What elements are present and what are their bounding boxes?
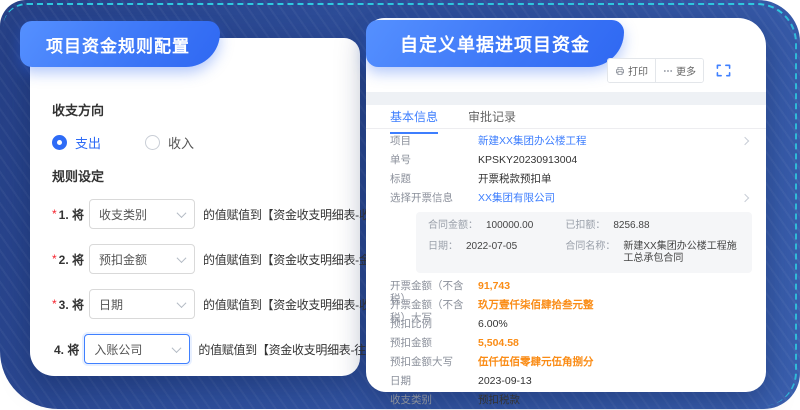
chevron-down-icon xyxy=(177,253,187,263)
radio-expense-label: 支出 xyxy=(75,133,101,152)
radio-unselected-icon xyxy=(145,135,160,150)
field-label: 项目 xyxy=(390,135,478,148)
field-row-invoice-amount: 开票金额（不含税） 91,743 xyxy=(390,277,752,296)
field-value-highlight: 5,504.58 xyxy=(478,337,752,350)
required-mark: * xyxy=(52,297,57,311)
field-row-doc-number: 单号 KPSKY20230913004 xyxy=(390,151,752,170)
field-value-highlight: 伍仟伍佰零肆元伍角捌分 xyxy=(478,356,752,369)
field-label: 预扣比例 xyxy=(390,318,478,331)
field-label: 收支类别 xyxy=(390,394,478,407)
print-button-label: 打印 xyxy=(628,63,648,78)
more-button-label: 更多 xyxy=(676,63,696,78)
select-value: 预扣金额 xyxy=(99,251,147,268)
tabs-divider xyxy=(366,128,766,129)
field-value: 6.00% xyxy=(478,318,752,331)
required-mark: * xyxy=(52,252,57,266)
field-row-withhold-ratio: 预扣比例 6.00% xyxy=(390,315,752,334)
field-label: 预扣金额 xyxy=(390,337,478,350)
toolbar-button-group: 打印 更多 xyxy=(607,58,704,83)
project-link[interactable]: 新建XX集团办公楼工程 xyxy=(478,135,734,148)
direction-radio-group: 支出 收入 xyxy=(52,133,344,152)
rule-number: 3. 将 xyxy=(59,296,84,313)
rule-3-field-select[interactable]: 日期 xyxy=(89,289,195,319)
withheld-amount: 已扣额： 8256.88 xyxy=(565,220,740,232)
tab-approval-record[interactable]: 审批记录 xyxy=(468,108,516,134)
rule-number: 2. 将 xyxy=(59,251,84,268)
field-value-highlight: 91,743 xyxy=(478,280,752,293)
contract-name: 合同名称： 新建XX集团办公楼工程施工总承包合同 xyxy=(565,241,740,265)
rule-row-2: * 2. 将 预扣金额 的值赋值到【资金收支明细表-金额】中 xyxy=(52,244,344,274)
chevron-right-icon[interactable] xyxy=(741,137,749,145)
contract-amount: 合同金额： 100000.00 xyxy=(428,220,557,232)
radio-income-label: 收入 xyxy=(168,133,194,152)
select-value: 日期 xyxy=(99,296,123,313)
radio-expense[interactable]: 支出 xyxy=(52,133,101,152)
rules-list: * 1. 将 收支类别 的值赋值到【资金收支明细表-收支类别】中 * 2. 将 … xyxy=(52,199,344,364)
direction-section-label: 收支方向 xyxy=(52,100,344,119)
field-row-invoice-info: 选择开票信息 XX集团有限公司 xyxy=(390,189,752,208)
more-button[interactable]: 更多 xyxy=(655,59,703,82)
contract-info-box: 合同金额： 100000.00 已扣额： 8256.88 日期： 2022-07… xyxy=(416,212,752,273)
rule-number: 4. 将 xyxy=(54,341,79,358)
contract-date: 日期： 2022-07-05 xyxy=(428,241,557,265)
required-mark: * xyxy=(52,207,57,221)
fullscreen-button[interactable] xyxy=(714,62,732,80)
field-row-invoice-amount-words: 开票金额（不含税）大写 玖万壹仟柒佰肆拾叁元整 xyxy=(390,296,752,315)
left-panel-title: 项目资金规则配置 xyxy=(20,21,220,67)
invoice-company-link[interactable]: XX集团有限公司 xyxy=(478,192,734,205)
rule-1-field-select[interactable]: 收支类别 xyxy=(89,199,195,229)
field-label: 标题 xyxy=(390,173,478,186)
field-row-withhold-amount-words: 预扣金额大写 伍仟伍佰零肆元伍角捌分 xyxy=(390,353,752,372)
select-value: 收支类别 xyxy=(99,206,147,223)
select-value: 入账公司 xyxy=(94,341,142,358)
fullscreen-icon xyxy=(716,63,731,78)
chevron-down-icon xyxy=(172,343,182,353)
printer-icon xyxy=(615,66,625,76)
field-label: 选择开票信息 xyxy=(390,192,478,205)
document-toolbar: 打印 更多 xyxy=(607,58,732,83)
field-label: 单号 xyxy=(390,154,478,167)
rule-row-4: 4. 将 入账公司 的值赋值到【资金收支明细表-往来单位】中 xyxy=(52,334,344,364)
print-button[interactable]: 打印 xyxy=(608,59,655,82)
rule-number: 1. 将 xyxy=(59,206,84,223)
rules-section-label: 规则设定 xyxy=(52,166,344,185)
field-label: 预扣金额大写 xyxy=(390,356,478,369)
field-row-category: 收支类别 预扣税款 xyxy=(390,391,752,410)
field-row-date: 日期 2023-09-13 xyxy=(390,372,752,391)
radio-income[interactable]: 收入 xyxy=(145,133,194,152)
chevron-down-icon xyxy=(177,298,187,308)
document-fields: 项目 新建XX集团办公楼工程 单号 KPSKY20230913004 标题 开票… xyxy=(390,132,752,384)
chevron-down-icon xyxy=(177,208,187,218)
tab-basic-info[interactable]: 基本信息 xyxy=(390,108,438,134)
field-row-title: 标题 开票税款预扣单 xyxy=(390,170,752,189)
field-value: 预扣税款 xyxy=(478,394,752,407)
field-row-project: 项目 新建XX集团办公楼工程 xyxy=(390,132,752,151)
field-row-withhold-amount: 预扣金额 5,504.58 xyxy=(390,334,752,353)
more-dots-icon xyxy=(663,66,673,76)
header-separator-strip xyxy=(366,92,766,105)
rule-row-3: * 3. 将 日期 的值赋值到【资金收支明细表-收支日期】中 xyxy=(52,289,344,319)
right-panel-title: 自定义单据进项目资金 xyxy=(366,20,624,67)
field-value: KPSKY20230913004 xyxy=(478,154,752,167)
radio-selected-icon xyxy=(52,135,67,150)
custom-document-panel: 自定义单据进项目资金 打印 更多 基本信息 审批记录 项目 新建XX集团办公楼工… xyxy=(366,18,766,392)
rule-row-1: * 1. 将 收支类别 的值赋值到【资金收支明细表-收支类别】中 xyxy=(52,199,344,229)
rule-2-field-select[interactable]: 预扣金额 xyxy=(89,244,195,274)
detail-tabs: 基本信息 审批记录 xyxy=(390,108,516,134)
field-value: 2023-09-13 xyxy=(478,375,752,388)
fund-rule-config-panel: 项目资金规则配置 收支方向 支出 收入 规则设定 * 1. 将 收支类别 的值赋… xyxy=(30,38,360,376)
field-value-highlight: 玖万壹仟柒佰肆拾叁元整 xyxy=(478,299,752,312)
rule-4-field-select[interactable]: 入账公司 xyxy=(84,334,190,364)
field-value: 开票税款预扣单 xyxy=(478,173,752,186)
field-label: 日期 xyxy=(390,375,478,388)
chevron-right-icon[interactable] xyxy=(741,194,749,202)
